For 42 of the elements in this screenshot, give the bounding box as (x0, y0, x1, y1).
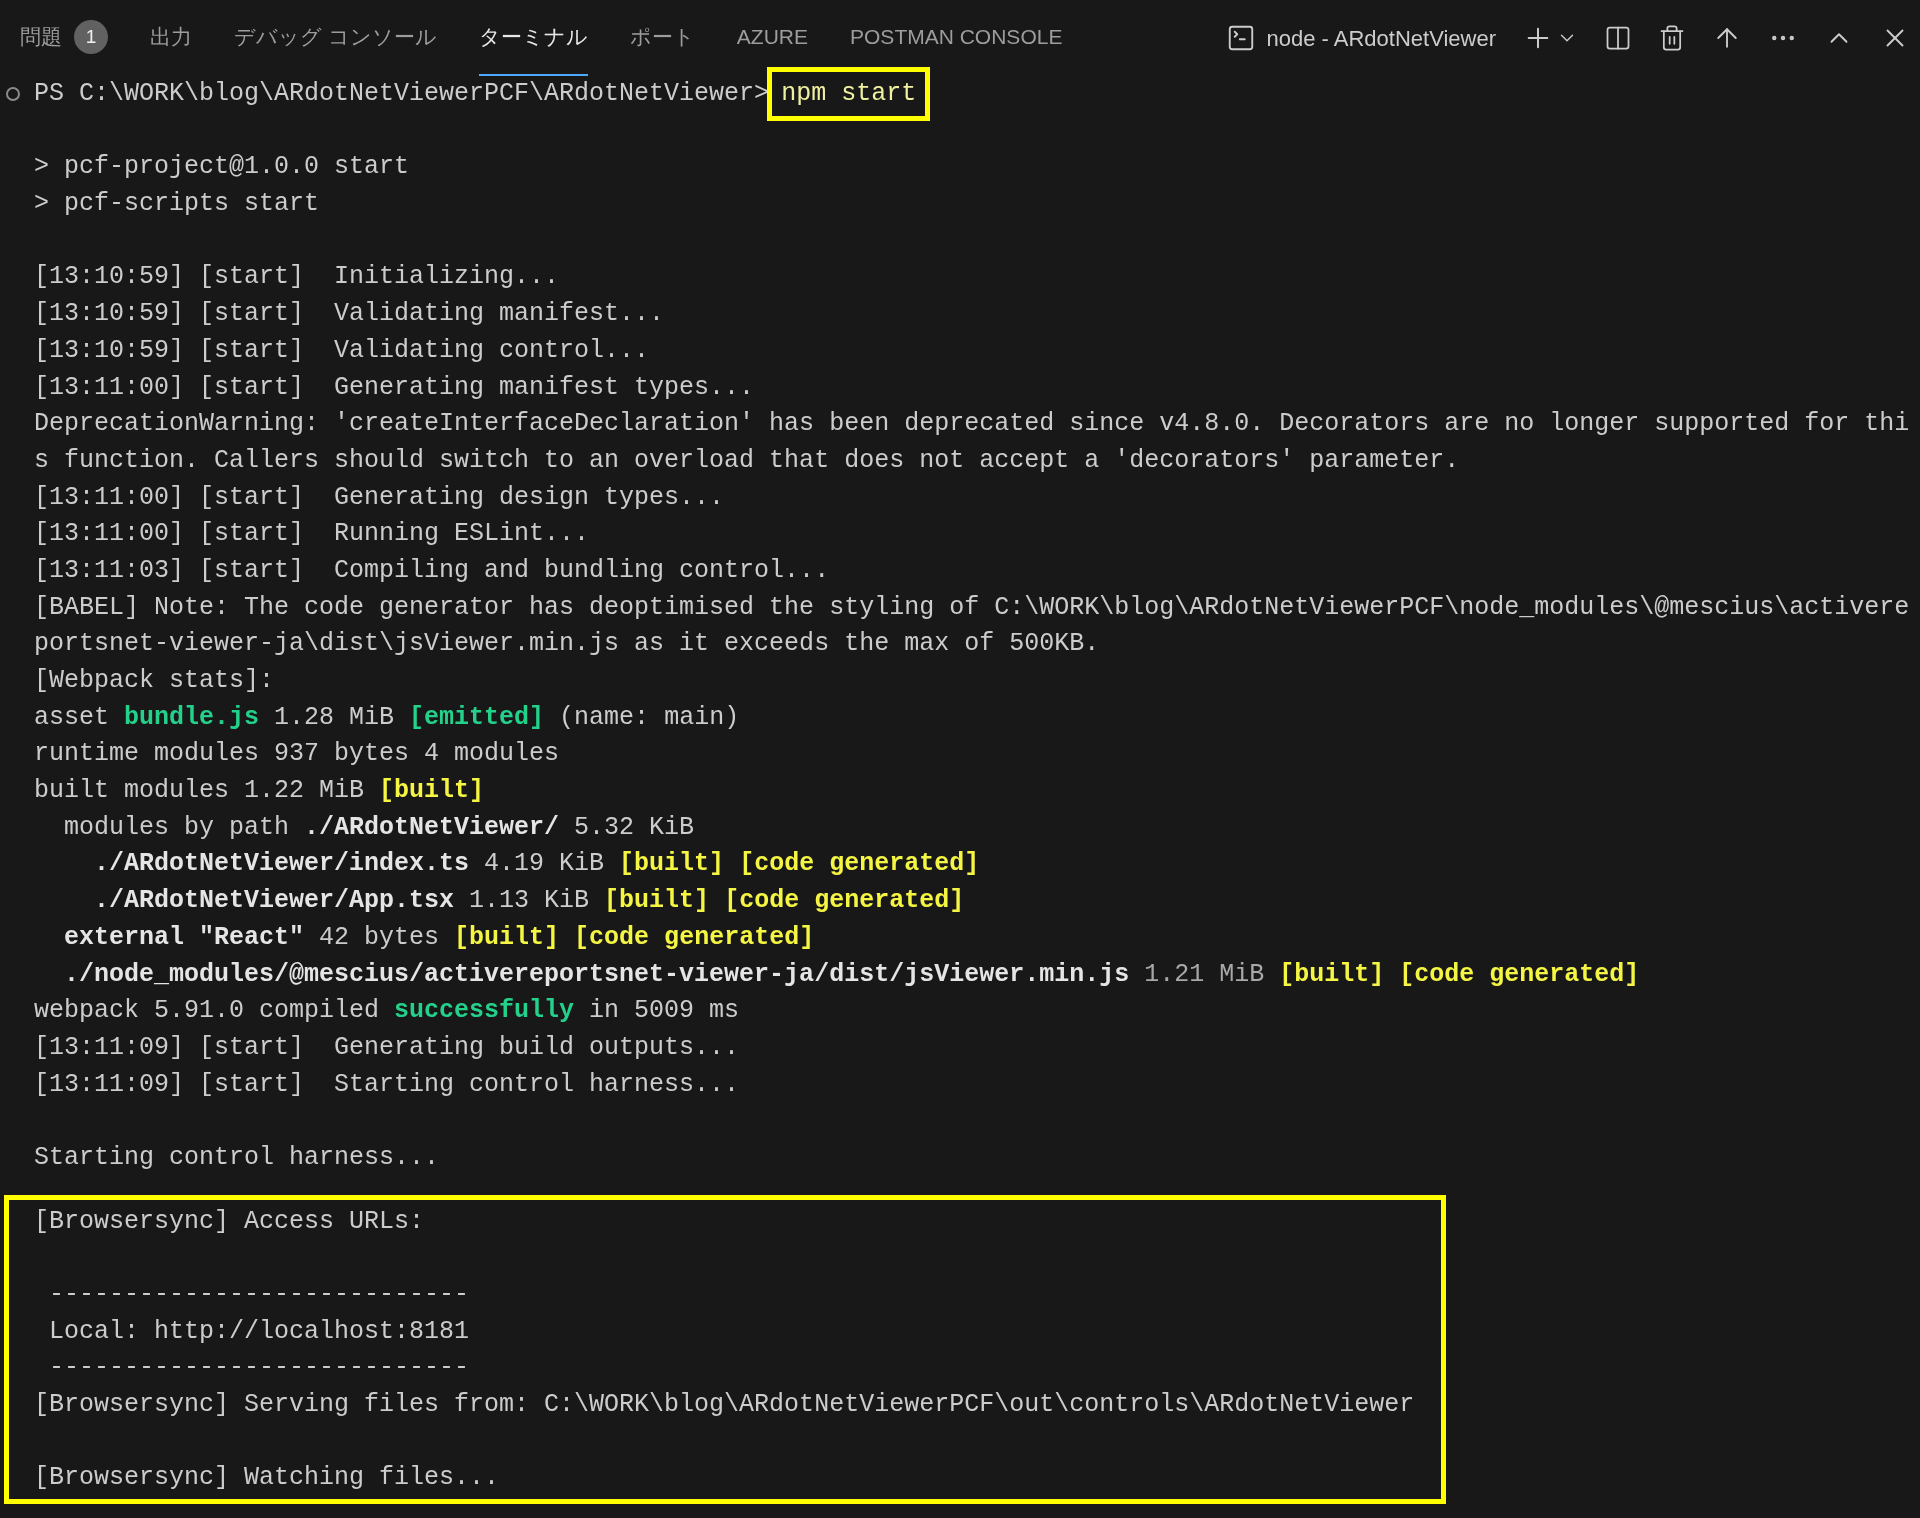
terminal-line: [13:11:00] [start] Generating manifest types... (34, 371, 755, 404)
terminal-line: [13:10:59] [start] Initializing... (34, 261, 560, 294)
terminal-line: ./ARdotNetViewer/App.tsx 1.13 KiB [built] [code generated] (93, 885, 965, 918)
terminal-line: modules by path ./ARdotNetViewer/ 5.32 KiB (63, 811, 695, 844)
terminal-line: Local: http://localhost:8181 (48, 1315, 470, 1348)
terminal-line: [13:11:09] [start] Generating build outputs... (34, 1031, 740, 1064)
terminal-prompt: PS C:\WORK\blog\ARdotNetViewerPCF\ARdotNetViewer> (34, 78, 770, 110)
terminal-line: [Browsersync] Serving files from: C:\WORK\blog\ARdotNetViewerPCF\out\controls\ARdotNetViewer (34, 1389, 1415, 1422)
terminal-line: [13:11:03] [start] Compiling and bundling control... (34, 554, 830, 587)
terminal-line: runtime modules 937 bytes 4 modules (34, 738, 560, 771)
terminal-line: asset bundle.js 1.28 MiB [emitted] (name: main) (34, 701, 740, 734)
terminal-line: ---------------------------- (48, 1279, 470, 1311)
terminal-line: ---------------------------- (48, 1352, 470, 1385)
terminal-line: [13:10:59] [start] Validating manifest... (34, 298, 665, 331)
panel-tab[interactable]: ターミナル (478, 0, 588, 76)
trash-icon[interactable] (1658, 24, 1686, 52)
terminal-line: webpack 5.91.0 compiled successfully in 5009 ms (34, 995, 740, 1028)
terminal-line: portsnet-viewer-ja\dist\jsViewer.min.js as it exceeds the max of 500KB. (34, 628, 1100, 661)
terminal-line: [Browsersync] Watching files... (34, 1462, 500, 1495)
terminal-line: built modules 1.22 MiB [built] (34, 775, 485, 808)
terminal-line: DeprecationWarning: 'createInterfaceDeclaration' has been deprecated since v4.8.0. Decorators are no longer supported for thi (34, 408, 1910, 441)
terminal-line: [Browsersync] Access URLs: (34, 1205, 425, 1238)
terminal-line: external "React" 42 bytes [built] [code generated] (63, 921, 815, 954)
terminal-selector[interactable]: node - ARdotNetViewer (1226, 21, 1496, 55)
panel-tab[interactable]: デバッグ コンソール (234, 0, 437, 76)
terminal-line: [Webpack stats]: (34, 665, 275, 697)
panel-tab[interactable]: 問題 1 (20, 0, 108, 76)
terminal-line: > pcf-project@1.0.0 start (34, 151, 410, 184)
count-badge: 1 (74, 20, 108, 54)
terminal-line: s function. Callers should switch to an overload that does not accept a 'decorators' parameter. (34, 444, 1460, 477)
terminal-line: ./ARdotNetViewer/index.ts 4.19 KiB [built] [code generated] (93, 848, 980, 881)
terminal-line: [BABEL] Note: The code generator has deoptimised the styling of C:\WORK\blog\ARdotNetViewerPCF\node_modules\@mescius\activere (34, 591, 1910, 624)
panel-tab[interactable]: 出力 (150, 0, 192, 76)
terminal-line: > pcf-scripts start (34, 188, 320, 221)
terminal-line: Starting control harness... (34, 1141, 440, 1174)
panel-tab[interactable]: ポート (629, 0, 695, 76)
terminal-line: [13:11:00] [start] Running ESLint... (34, 518, 590, 551)
split-icon[interactable] (1604, 24, 1632, 52)
terminal-line: ./node_modules/@mescius/activereportsnet-viewer-ja/dist/jsViewer.min.js 1.21 MiB [built] [code generated] (63, 958, 1640, 991)
terminal-line: [13:11:00] [start] Generating design types... (34, 481, 725, 514)
terminal-line: [13:11:09] [start] Starting control harness... (34, 1068, 740, 1101)
terminal-line: [13:10:59] [start] Validating control... (34, 334, 650, 367)
